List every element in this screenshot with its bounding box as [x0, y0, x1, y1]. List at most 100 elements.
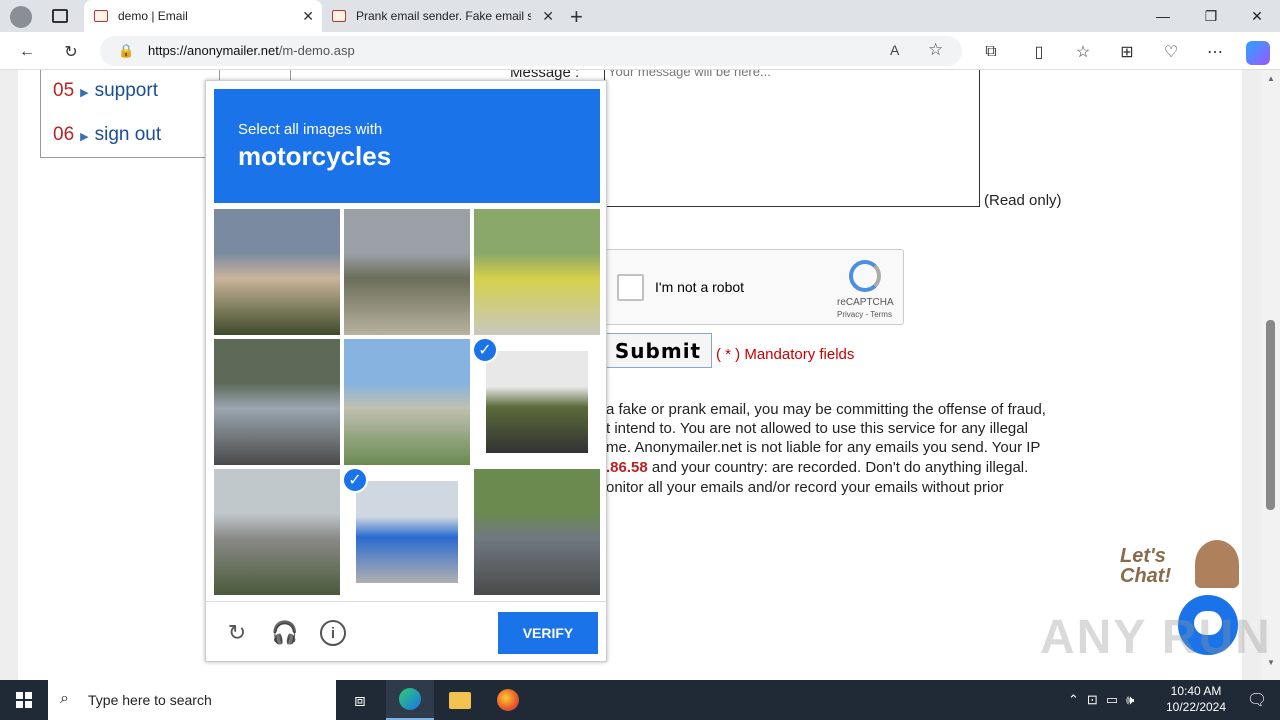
disclaimer-line: me. Anonymailer.net is not liable for an…: [606, 439, 1041, 456]
read-only-note: (Read only): [984, 192, 1062, 209]
clock-date: 10/22/2024: [1165, 700, 1227, 714]
extensions-icon[interactable]: ⧉: [980, 41, 1002, 63]
captcha-tile-flower-bed[interactable]: [474, 209, 600, 335]
menu-icon[interactable]: ⋯: [1204, 41, 1226, 63]
verify-button[interactable]: VERIFY: [498, 612, 598, 654]
browser-toolbar: ← ↻ 🔒 https://anonymailer.net/m-demo.asp…: [0, 32, 1280, 70]
tab-actions-icon[interactable]: [52, 9, 68, 23]
search-placeholder: Type here to search: [88, 692, 212, 708]
notification-icon[interactable]: 🗨: [1234, 680, 1280, 720]
page-content: 05 ▶ support 06 ▶ sign out Message : Your me…: [0, 70, 1262, 680]
clock[interactable]: 10:40 AM 10/22/2024: [1160, 683, 1232, 717]
taskbar-search[interactable]: ⌕ Type here to search: [48, 680, 336, 720]
edge-icon[interactable]: [386, 680, 434, 720]
tile-image: [344, 339, 470, 465]
copilot-icon[interactable]: [1246, 41, 1270, 65]
tab-close-icon[interactable]: ✕: [542, 8, 554, 25]
sidebar-item-sign-out[interactable]: 06 ▶ sign out: [53, 124, 161, 146]
tab-title: Prank email sender. Fake email se: [356, 9, 531, 23]
disclaimer-line: onitor all your emails and/or record you…: [606, 479, 1004, 496]
restore-button[interactable]: ❐: [1188, 0, 1234, 32]
tile-image: [214, 469, 340, 595]
captcha-tile-scooter-rider[interactable]: ✓: [344, 469, 470, 595]
recaptcha-label: I'm not a robot: [655, 279, 745, 295]
captcha-tile-parked-scooters[interactable]: [214, 339, 340, 465]
close-window-button[interactable]: ✕: [1234, 0, 1280, 32]
captcha-tile-intersection[interactable]: [344, 339, 470, 465]
recaptcha-widget: I'm not a robot reCAPTCHA Privacy - Term…: [604, 249, 904, 325]
captcha-tile-road-rider[interactable]: [214, 469, 340, 595]
captcha-tile-street[interactable]: [214, 209, 340, 335]
volume-icon[interactable]: 🕪: [1126, 692, 1134, 708]
captcha-header: Select all images with motorcycles: [214, 89, 600, 203]
message-textarea[interactable]: Your message will be here...: [604, 70, 980, 207]
scroll-thumb[interactable]: [1266, 320, 1275, 510]
ip-address: .86.58: [606, 459, 648, 476]
mandatory-note: ( * ) Mandatory fields: [716, 346, 855, 363]
page-scrollbar[interactable]: ▲ ▼: [1262, 70, 1280, 680]
firefox-icon[interactable]: [484, 680, 532, 720]
favorite-star-icon[interactable]: ☆: [928, 40, 943, 60]
file-explorer-icon[interactable]: [436, 680, 484, 720]
captcha-challenge: Select all images with motorcycles ✓ ✓ ↻ …: [205, 80, 607, 662]
menu-label: sign out: [94, 124, 162, 145]
captcha-footer: ↻ 🎧 i VERIFY: [206, 601, 606, 661]
menu-label: support: [94, 80, 158, 101]
recaptcha-links[interactable]: Privacy - Terms: [837, 310, 892, 319]
tab-prank-email[interactable]: Prank email sender. Fake email se ✕: [322, 0, 562, 32]
lets-chat-label[interactable]: Let's Chat!: [1120, 546, 1171, 586]
system-tray: ⌃ ⊡ ▭ 🕪: [1068, 680, 1168, 720]
menu-number: 06: [53, 124, 75, 145]
site-favicon-icon: [94, 10, 108, 22]
performance-icon[interactable]: ♡: [1160, 41, 1182, 63]
info-icon[interactable]: i: [320, 620, 346, 646]
profile-icon[interactable]: [10, 6, 32, 28]
disclaimer-line: a fake or prank email, you may be commit…: [606, 401, 1046, 418]
address-bar[interactable]: 🔒 https://anonymailer.net/m-demo.asp A ☆: [100, 36, 962, 66]
side-menu: 05 ▶ support 06 ▶ sign out: [40, 70, 220, 158]
favorites-icon[interactable]: ☆: [1072, 41, 1094, 63]
recaptcha-checkbox[interactable]: [617, 274, 644, 301]
chat-agent-icon: [1195, 540, 1239, 588]
back-icon[interactable]: ←: [16, 41, 38, 63]
submit-button[interactable]: Submit: [604, 333, 712, 368]
tile-image: [356, 481, 458, 583]
collections-icon[interactable]: ⊞: [1116, 41, 1138, 63]
page-margin-left: [0, 70, 18, 680]
captcha-target: motorcycles: [238, 141, 392, 171]
display-icon[interactable]: ▭: [1106, 692, 1118, 708]
tile-image: [214, 209, 340, 335]
content-divider: [290, 70, 291, 80]
read-aloud-icon[interactable]: A: [890, 42, 899, 58]
tab-close-icon[interactable]: ✕: [302, 8, 314, 25]
captcha-tile-bare-tree[interactable]: [344, 209, 470, 335]
arrow-right-icon: ▶: [80, 87, 89, 99]
recaptcha-brand: reCAPTCHA: [837, 297, 894, 308]
new-tab-button[interactable]: +: [570, 4, 583, 30]
disclaimer-text: and your country: are recorded. Don't do…: [647, 459, 1029, 476]
message-placeholder: Your message will be here...: [608, 70, 771, 79]
arrow-right-icon: ▶: [80, 131, 89, 143]
captcha-tile-market-stall[interactable]: [474, 469, 600, 595]
network-icon[interactable]: ⊡: [1087, 692, 1098, 708]
windows-logo-icon: [16, 692, 32, 708]
headphones-icon[interactable]: 🎧: [271, 620, 298, 646]
sidebar-item-support[interactable]: 05 ▶ support: [53, 80, 158, 102]
refresh-icon[interactable]: ↻: [224, 620, 250, 646]
start-button[interactable]: [0, 680, 48, 720]
minimize-button[interactable]: —: [1140, 0, 1186, 32]
task-view-icon[interactable]: ⧈: [336, 680, 384, 720]
disclaimer-line: .86.58 and your country: are recorded. D…: [606, 459, 1028, 476]
captcha-tile-dirt-bike[interactable]: ✓: [474, 339, 600, 465]
clock-time: 10:40 AM: [1170, 684, 1222, 698]
captcha-instruction: Select all images with: [238, 121, 383, 138]
scroll-up-icon[interactable]: ▲: [1267, 74, 1275, 83]
site-favicon-icon: [332, 10, 346, 22]
reload-icon[interactable]: ↻: [60, 41, 82, 63]
recaptcha-logo-icon: [849, 260, 881, 292]
tray-chevron-icon[interactable]: ⌃: [1068, 692, 1079, 708]
search-icon: ⌕: [60, 690, 69, 707]
url-text: https://anonymailer.net/m-demo.asp: [148, 43, 355, 58]
split-screen-icon[interactable]: ▯: [1028, 41, 1050, 63]
tab-demo-email[interactable]: demo | Email ✕: [84, 0, 322, 32]
